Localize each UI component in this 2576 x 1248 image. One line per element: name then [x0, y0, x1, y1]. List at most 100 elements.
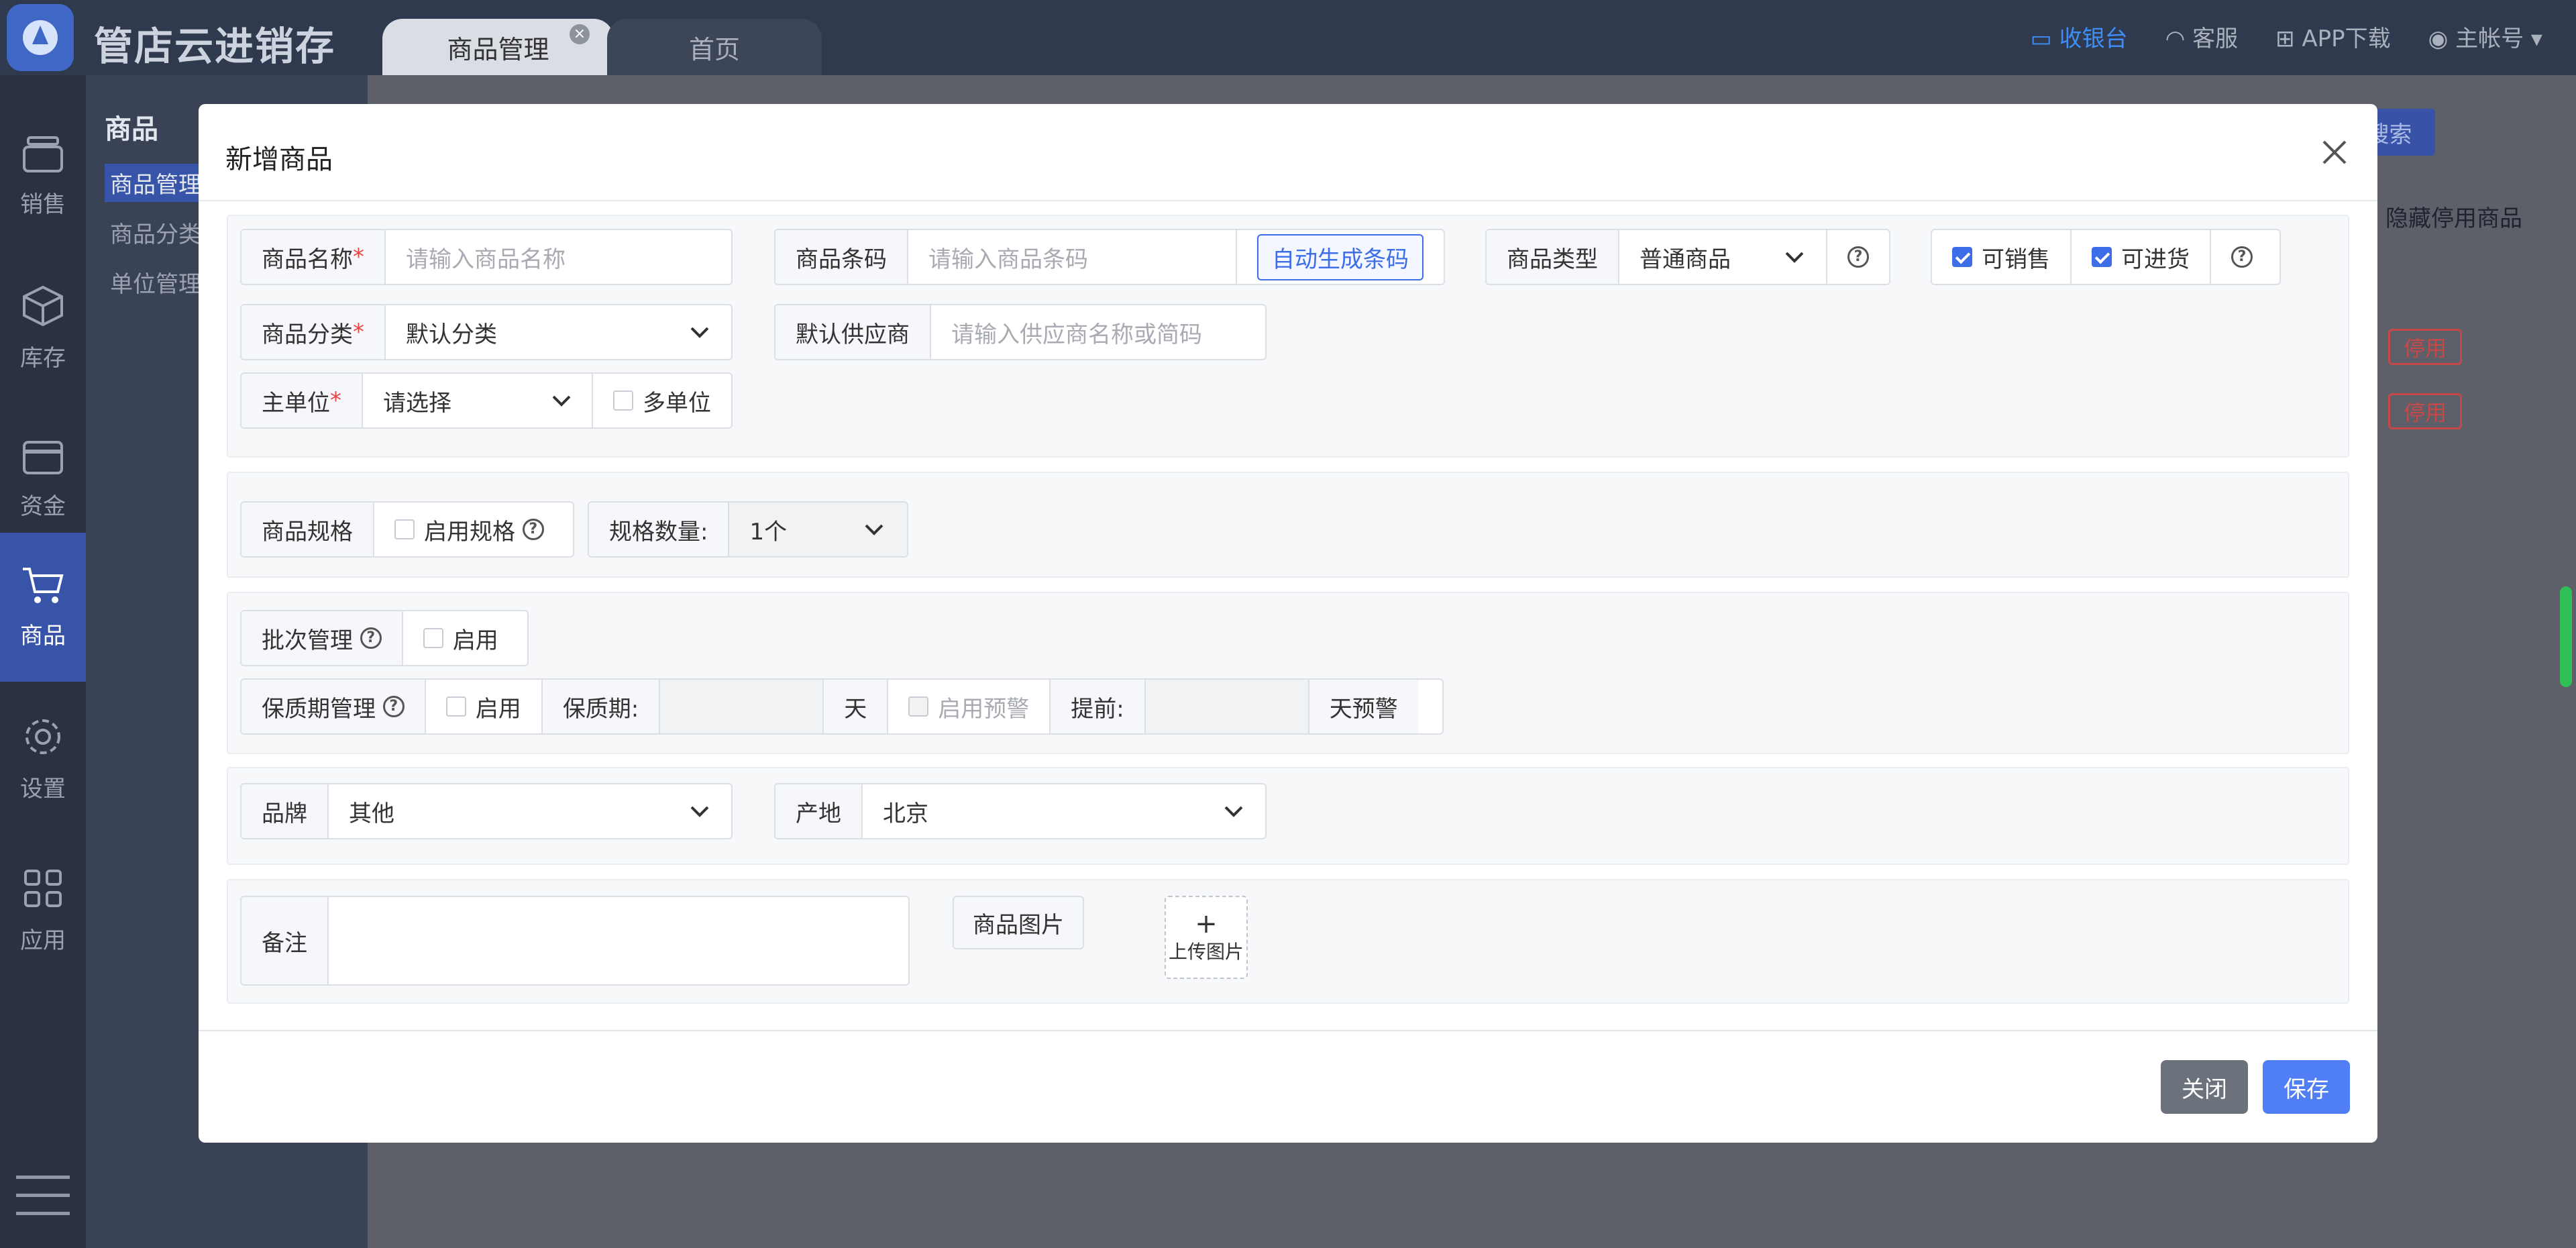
- barcode-field[interactable]: 商品条码 请输入商品条码 自动生成条码: [774, 229, 1445, 285]
- auto-barcode-button[interactable]: 自动生成条码: [1257, 233, 1424, 280]
- sale-purchase-options: 可销售 可进货 ?: [1931, 229, 2281, 285]
- nav-apps[interactable]: 应用: [0, 836, 86, 985]
- chevron-down-icon: [865, 524, 883, 535]
- nav-inventory-label: 库存: [20, 344, 66, 372]
- origin-label: 产地: [775, 784, 863, 838]
- service-link[interactable]: ◠ 客服: [2165, 20, 2238, 53]
- tab-label: 商品管理: [447, 34, 549, 64]
- enable-spec-label: 启用规格: [424, 518, 515, 545]
- subnav-item-goods-management[interactable]: 商品管理: [105, 164, 207, 202]
- add-goods-dialog: 新增商品 商品名称 * 请输入商品名称 商品条码 请输入商品条码 自动生成条码 商…: [199, 104, 2377, 1143]
- default-supplier-field[interactable]: 默认供应商 请输入供应商名称或简码: [774, 304, 1267, 360]
- origin-select[interactable]: 产地 北京: [774, 783, 1267, 839]
- tab-goods-management[interactable]: 商品管理 ×: [382, 19, 614, 75]
- close-button[interactable]: 关闭: [2161, 1060, 2248, 1114]
- enable-spec-checkbox[interactable]: [394, 519, 415, 539]
- spec-count-label: 规格数量:: [589, 503, 730, 556]
- status-badge[interactable]: 停用: [2388, 393, 2462, 429]
- gear-icon: [25, 719, 60, 754]
- shelf-label-text: 保质期管理: [262, 695, 376, 723]
- chevron-down-icon: [690, 327, 709, 338]
- nav-sales[interactable]: 销售: [0, 102, 86, 251]
- help-icon[interactable]: ?: [360, 627, 382, 649]
- help-icon[interactable]: ?: [522, 519, 544, 540]
- help-icon[interactable]: ?: [382, 696, 405, 717]
- main-unit-field: 主单位 * 请选择 多单位: [240, 372, 733, 429]
- warn-enable-option[interactable]: 启用预警: [888, 680, 1051, 733]
- menu-toggle-icon[interactable]: [16, 1176, 70, 1230]
- shelf-life-field: 保质期管理 ? 启用 保质期: 天 启用预警 提前: 天预警: [240, 678, 1444, 735]
- app-logo: [7, 4, 74, 71]
- scrollbar[interactable]: [2560, 586, 2572, 687]
- brand-label: 品牌: [241, 784, 329, 838]
- plus-icon: +: [1195, 908, 1218, 939]
- shelf-period-input[interactable]: [660, 680, 824, 733]
- barcode-input[interactable]: 请输入商品条码: [908, 230, 1237, 284]
- tab-close-icon[interactable]: ×: [570, 24, 590, 44]
- nav-inventory[interactable]: 库存: [0, 254, 86, 403]
- nav-settings-label: 设置: [20, 775, 66, 802]
- upload-image-button[interactable]: + 上传图片: [1165, 896, 1248, 979]
- goods-name-label: 商品名称 *: [241, 230, 386, 284]
- hide-disabled-label: 隐藏停用商品: [2385, 205, 2522, 232]
- main-unit-label: 主单位 *: [241, 374, 363, 427]
- options-help[interactable]: ?: [2211, 230, 2273, 284]
- goods-category-select[interactable]: 商品分类 * 默认分类: [240, 304, 733, 360]
- advance-days-input[interactable]: [1145, 680, 1309, 733]
- warn-enable-checkbox[interactable]: [908, 696, 929, 717]
- origin-value: 北京: [883, 800, 928, 827]
- tab-home[interactable]: 首页: [607, 19, 822, 75]
- enable-spec-option[interactable]: 启用规格 ?: [374, 503, 564, 556]
- account-menu[interactable]: ◉ 主帐号 ▾: [2428, 20, 2542, 53]
- batch-enable-label: 启用: [452, 627, 498, 654]
- memo-textarea[interactable]: [329, 897, 908, 984]
- app-download-link[interactable]: ⊞ APP下载: [2275, 20, 2391, 53]
- goods-type-help[interactable]: ?: [1826, 230, 1889, 284]
- purchasable-label: 可进货: [2121, 246, 2190, 273]
- app-download-label: APP下载: [2302, 25, 2391, 52]
- shelf-enable-option[interactable]: 启用: [426, 680, 543, 733]
- grid-icon: [24, 869, 62, 907]
- memo-field: 备注: [240, 896, 910, 986]
- cashier-link[interactable]: ▭ 收银台: [2031, 20, 2128, 53]
- close-icon[interactable]: [2320, 138, 2349, 167]
- main-unit-select[interactable]: 请选择: [363, 374, 593, 427]
- main-unit-label-text: 主单位: [262, 389, 330, 417]
- hide-disabled-toggle[interactable]: 隐藏停用商品: [2356, 200, 2522, 233]
- top-right-menu: ▭ 收银台 ◠ 客服 ⊞ APP下载 ◉ 主帐号 ▾: [2031, 20, 2542, 53]
- batch-enable-option[interactable]: 启用: [403, 611, 519, 665]
- purchasable-option[interactable]: 可进货: [2072, 230, 2211, 284]
- shelf-enable-label: 启用: [475, 695, 521, 723]
- dialog-header: 新增商品: [199, 104, 2377, 201]
- nav-goods[interactable]: 商品: [0, 533, 86, 682]
- status-badge[interactable]: 停用: [2388, 329, 2462, 365]
- nav-sales-label: 销售: [20, 191, 66, 218]
- spec-label: 商品规格: [241, 503, 374, 556]
- spec-count-select[interactable]: 规格数量: 1个: [588, 501, 908, 558]
- batch-enable-checkbox[interactable]: [423, 628, 443, 648]
- chevron-down-icon: [552, 395, 571, 407]
- purchasable-checkbox[interactable]: [2092, 247, 2112, 267]
- sellable-option[interactable]: 可销售: [1932, 230, 2072, 284]
- nav-funds[interactable]: 资金: [0, 405, 86, 554]
- multi-unit-option[interactable]: 多单位: [593, 374, 731, 427]
- supplier-label: 默认供应商: [775, 305, 931, 359]
- subnav-item-unit-management[interactable]: 单位管理: [105, 263, 207, 301]
- nav-settings[interactable]: 设置: [0, 684, 86, 833]
- subnav-item-goods-category[interactable]: 商品分类: [105, 213, 207, 252]
- tab-label: 首页: [688, 34, 740, 64]
- goods-type-select[interactable]: 商品类型 普通商品 ?: [1485, 229, 1890, 285]
- brand-select[interactable]: 品牌 其他: [240, 783, 733, 839]
- register-icon: [23, 136, 63, 172]
- sellable-checkbox[interactable]: [1952, 247, 1972, 267]
- multi-unit-checkbox[interactable]: [613, 391, 633, 411]
- save-button[interactable]: 保存: [2263, 1060, 2350, 1114]
- supplier-input[interactable]: 请输入供应商名称或简码: [931, 316, 1265, 349]
- day-unit: 天: [824, 680, 889, 733]
- chevron-down-icon: [1224, 806, 1243, 817]
- top-bar: 管店云进销存 商品管理 × 首页 ▭ 收银台 ◠ 客服 ⊞ APP下载 ◉ 主帐…: [0, 0, 2576, 75]
- goods-name-input[interactable]: 请输入商品名称: [386, 241, 731, 274]
- shelf-enable-checkbox[interactable]: [445, 696, 466, 717]
- goods-type-label: 商品类型: [1487, 230, 1619, 284]
- goods-name-field[interactable]: 商品名称 * 请输入商品名称: [240, 229, 733, 285]
